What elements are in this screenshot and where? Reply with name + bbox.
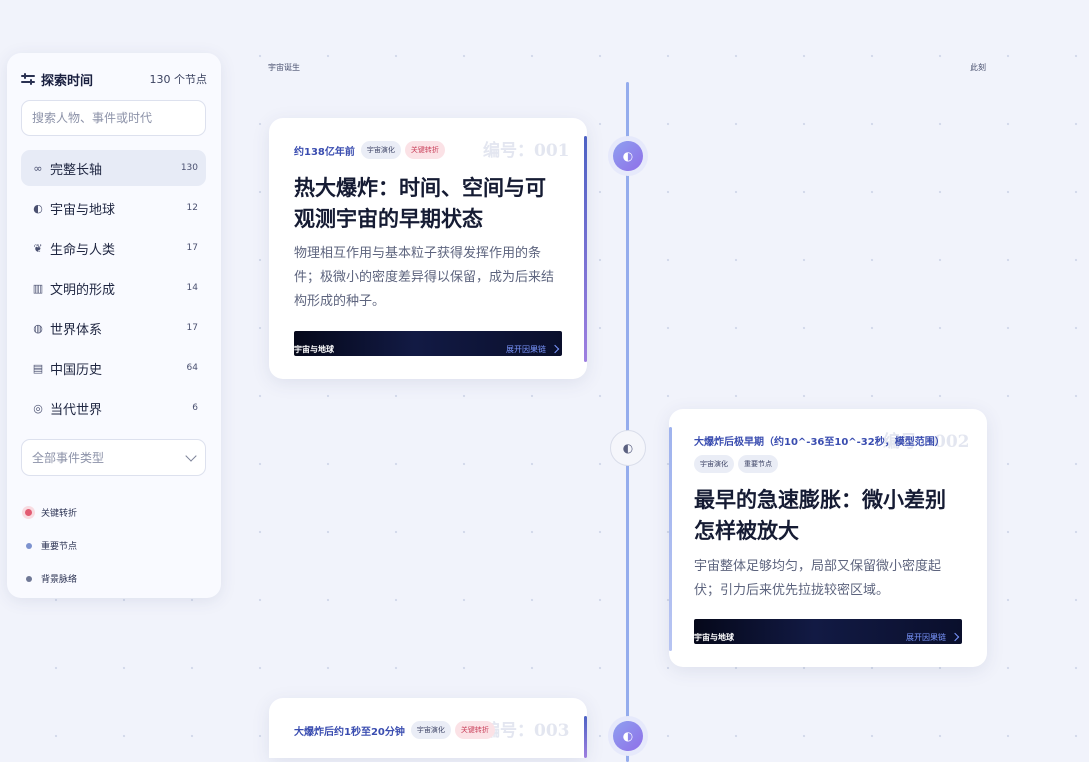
- nav-item-count: 17: [186, 243, 198, 253]
- planet-icon: ◐: [33, 201, 43, 215]
- infinity-icon: ∞: [33, 161, 43, 175]
- event-tag: 重要节点: [738, 455, 778, 473]
- chevron-right-icon: [550, 344, 560, 354]
- event-type-value: 全部事件类型: [32, 451, 105, 465]
- nav-item-label: 生命与人类: [50, 242, 116, 258]
- legend-item-important: 重要节点: [25, 529, 77, 562]
- legend-label: 关键转折: [41, 509, 78, 519]
- planet-icon: ◐: [622, 441, 634, 455]
- nav-item-count: 64: [186, 363, 198, 373]
- nav-item-count: 12: [186, 203, 198, 213]
- event-category: 宇宙与地球: [694, 633, 734, 642]
- card-accent-bar: [584, 716, 587, 758]
- link-label: 展开因果链: [906, 633, 946, 642]
- nav-item-label: 文明的形成: [50, 282, 116, 298]
- grey-dot-icon: [26, 575, 32, 582]
- timeline-node-003[interactable]: ◐: [613, 721, 643, 751]
- event-title: 最早的急速膨胀：微小差别怎样被放大: [694, 488, 946, 543]
- nav-item-label: 中国历史: [50, 362, 103, 378]
- globe-icon: ◍: [33, 321, 43, 335]
- event-type-select[interactable]: 全部事件类型: [21, 439, 206, 476]
- chevron-right-icon: [950, 632, 960, 642]
- nav-item-count: 17: [186, 323, 198, 333]
- timeline-node-002[interactable]: ◐: [610, 430, 646, 466]
- sidebar-header: 探索时间 130 个节点: [21, 69, 207, 89]
- nav-item-life-humans[interactable]: ❦ 生命与人类 17: [21, 230, 206, 266]
- event-meta: 约138亿年前 宇宙演化 关键转折: [294, 141, 449, 159]
- nav-item-count: 6: [192, 403, 198, 413]
- red-dot-icon: [25, 509, 32, 516]
- legend-label: 重要节点: [41, 542, 78, 552]
- nav-item-label: 宇宙与地球: [50, 202, 116, 218]
- leaf-icon: ❦: [33, 241, 43, 255]
- event-era: 大爆炸后极早期（约10^-36至10^-32秒，模型范围）: [694, 437, 945, 448]
- event-tag: 宇宙演化: [694, 455, 734, 473]
- legend-item-key: 关键转折: [25, 496, 77, 529]
- search-input[interactable]: [21, 100, 206, 136]
- event-title: 热大爆炸：时间、空间与可观测宇宙的早期状态: [294, 176, 546, 231]
- event-number: 编号：001: [483, 141, 570, 161]
- nav-item-label: 当代世界: [50, 402, 103, 418]
- event-era: 大爆炸后约1秒至20分钟: [294, 726, 405, 738]
- event-meta: 大爆炸后约1秒至20分钟 宇宙演化 关键转折: [294, 721, 499, 739]
- sidebar-title: 探索时间: [41, 73, 94, 89]
- event-tag-key: 关键转折: [454, 721, 495, 739]
- blue-dot-icon: [26, 542, 32, 549]
- card-accent-bar: [584, 136, 587, 362]
- book-icon: ▤: [32, 361, 44, 375]
- timeline-start-label: 宇宙诞生: [268, 63, 300, 72]
- event-card-002[interactable]: 编号：002 大爆炸后极早期（约10^-36至10^-32秒，模型范围） 宇宙演…: [669, 409, 987, 667]
- nav-item-universe-earth[interactable]: ◐ 宇宙与地球 12: [21, 190, 206, 226]
- event-category: 宇宙与地球: [294, 345, 334, 354]
- event-card-001[interactable]: 编号：001 约138亿年前 宇宙演化 关键转折 热大爆炸：时间、空间与可观测宇…: [269, 118, 587, 379]
- nav-item-contemporary[interactable]: ◎ 当代世界 6: [21, 390, 206, 426]
- chevron-down-icon: [185, 449, 197, 462]
- legend: 关键转折 重要节点 背景脉络: [25, 496, 77, 595]
- nav-item-world-system[interactable]: ◍ 世界体系 17: [21, 310, 206, 346]
- planet-icon: ◐: [622, 729, 634, 743]
- nav-item-label: 完整长轴: [50, 162, 103, 178]
- link-label: 展开因果链: [506, 345, 546, 354]
- target-icon: ◎: [33, 401, 43, 415]
- event-meta: 大爆炸后极早期（约10^-36至10^-32秒，模型范围） 宇宙演化 重要节点: [694, 433, 974, 473]
- event-tag: 宇宙演化: [410, 721, 451, 739]
- nav-item-civilization[interactable]: ▥ 文明的形成 14: [21, 270, 206, 306]
- building-icon: ▥: [32, 281, 44, 295]
- event-tag-key: 关键转折: [404, 141, 445, 159]
- sliders-icon: [21, 73, 35, 85]
- legend-item-background: 背景脉络: [25, 562, 77, 595]
- nav-item-label: 世界体系: [50, 322, 103, 338]
- event-era: 约138亿年前: [294, 146, 355, 158]
- event-tag: 宇宙演化: [360, 141, 401, 159]
- card-accent-bar: [669, 427, 672, 651]
- expand-causal-chain-link[interactable]: 展开因果链: [906, 632, 960, 644]
- event-footer: 宇宙与地球 展开因果链: [294, 331, 562, 356]
- nav-item-count: 130: [180, 163, 198, 173]
- category-nav: ∞ 完整长轴 130 ◐ 宇宙与地球 12 ❦ 生命与人类 17 ▥ 文明的形成…: [21, 150, 206, 430]
- nav-item-count: 14: [186, 283, 198, 293]
- nav-item-full-axis[interactable]: ∞ 完整长轴 130: [21, 150, 206, 186]
- timeline-end-label: 此刻: [970, 63, 986, 72]
- event-card-003[interactable]: 编号：003 大爆炸后约1秒至20分钟 宇宙演化 关键转折: [269, 698, 587, 758]
- event-footer: 宇宙与地球 展开因果链: [694, 619, 962, 644]
- legend-label: 背景脉络: [41, 575, 78, 585]
- node-count: 130 个节点: [149, 73, 208, 86]
- event-description: 物理相互作用与基本粒子获得发挥作用的条件；极微小的密度差异得以保留，成为后来结构…: [294, 246, 555, 309]
- sidebar: 探索时间 130 个节点 ∞ 完整长轴 130 ◐ 宇宙与地球 12 ❦ 生命与…: [7, 53, 221, 598]
- timeline-node-001[interactable]: ◐: [613, 141, 643, 171]
- event-description: 宇宙整体足够均匀，局部又保留微小密度起伏；引力后来优先拉拢较密区域。: [694, 559, 942, 598]
- nav-item-chinese-history[interactable]: ▤ 中国历史 64: [21, 350, 206, 386]
- expand-causal-chain-link[interactable]: 展开因果链: [506, 344, 560, 356]
- timeline-axis: [626, 82, 629, 762]
- planet-icon: ◐: [622, 149, 634, 163]
